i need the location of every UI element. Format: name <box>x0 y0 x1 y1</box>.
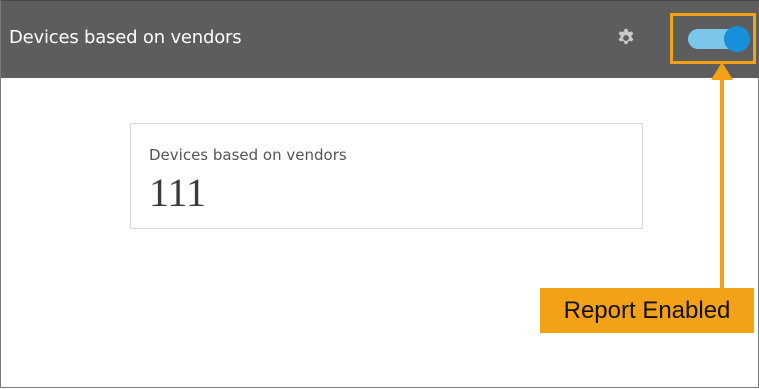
report-enable-toggle[interactable] <box>688 26 752 52</box>
card-value: 111 <box>149 170 207 215</box>
count-card: Devices based on vendors 111 <box>130 123 643 229</box>
widget-title: Devices based on vendors <box>9 27 242 48</box>
card-title: Devices based on vendors <box>149 146 347 164</box>
report-widget: Devices based on vendors Devices based o… <box>0 0 759 388</box>
gear-icon[interactable] <box>616 28 636 48</box>
widget-header: Devices based on vendors <box>1 0 759 78</box>
toggle-knob <box>724 26 750 52</box>
callout-line <box>720 75 724 288</box>
callout-label: Report Enabled <box>540 288 754 333</box>
